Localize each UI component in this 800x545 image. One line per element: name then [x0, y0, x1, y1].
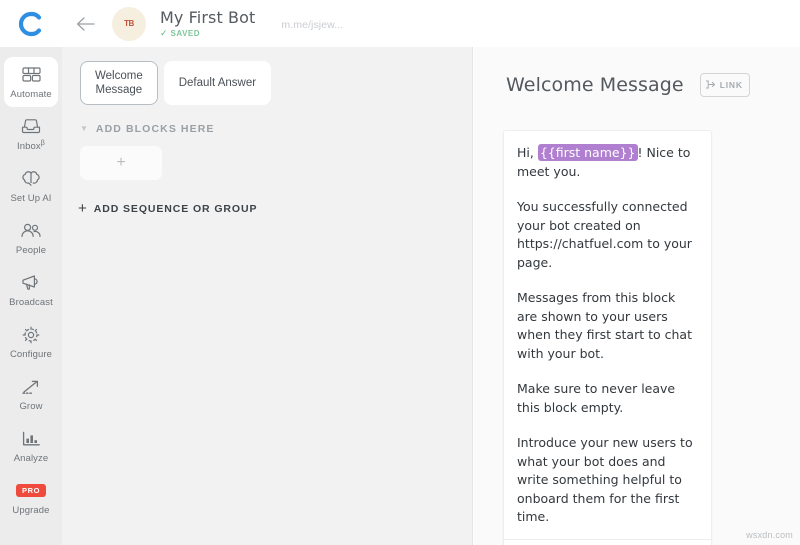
tab-default-answer[interactable]: Default Answer	[163, 61, 272, 105]
add-blocks-section-header[interactable]: ▼ ADD BLOCKS HERE	[80, 123, 472, 135]
sidebar-item-label: Analyze	[13, 453, 49, 464]
message-paragraph: Make sure to never leave this block empt…	[517, 381, 676, 415]
sidebar-item-people[interactable]: People	[4, 213, 58, 263]
pro-badge-icon: PRO	[15, 480, 47, 501]
tab-label-line2: Message	[95, 84, 143, 96]
sidebar-item-upgrade[interactable]: PRO Upgrade	[4, 473, 58, 523]
first-name-token[interactable]: {{first name}}	[537, 144, 638, 161]
message-paragraph: You successfully connected your bot crea…	[517, 199, 692, 270]
sidebar-item-set-up-ai[interactable]: Set Up AI	[4, 161, 58, 211]
bot-url[interactable]: m.me/jsjew...	[281, 19, 343, 31]
bot-title[interactable]: My First Bot	[160, 9, 255, 27]
sidebar-item-broadcast[interactable]: Broadcast	[4, 265, 58, 315]
watermark: wsxdn.com	[746, 530, 793, 540]
message-paragraph: Introduce your new users to what your bo…	[517, 435, 693, 524]
block-editor-panel: Welcome Message LINK Hi, {{first name}}!…	[474, 47, 800, 545]
sidebar-item-label: Upgrade	[12, 505, 50, 516]
avatar-initials: TB	[124, 19, 134, 28]
bar-chart-icon	[22, 428, 41, 449]
message-paragraph: Messages from this block are shown to yo…	[517, 290, 692, 361]
back-button[interactable]	[62, 0, 108, 47]
link-arrow-icon	[705, 76, 716, 94]
sidebar-item-label: People	[15, 245, 47, 256]
sidebar-item-analyze[interactable]: Analyze	[4, 421, 58, 471]
message-card[interactable]: Hi, {{first name}}! Nice to meet you. Yo…	[503, 130, 712, 545]
greeting-pre: Hi,	[517, 145, 538, 160]
gear-icon	[22, 324, 40, 345]
add-button-button[interactable]: + ADD BUTTON	[504, 540, 711, 545]
sidebar-item-label: Automate	[10, 89, 52, 100]
plus-icon: +	[116, 154, 126, 171]
saved-label: SAVED	[170, 29, 201, 38]
add-sequence-or-group-button[interactable]: + ADD SEQUENCE OR GROUP	[78, 201, 472, 216]
block-tabs: Welcome Message Default Answer	[62, 47, 472, 105]
message-paragraph: Hi, {{first name}}! Nice to meet you.	[517, 144, 698, 181]
tab-label: Default Answer	[178, 77, 257, 89]
link-badge-label: LINK	[719, 80, 743, 90]
blocks-canvas: Welcome Message Default Answer ▼ ADD BLO…	[62, 47, 473, 545]
caret-down-icon[interactable]: ▼	[80, 125, 88, 133]
sidebar-item-automate[interactable]: Automate	[4, 57, 58, 107]
page-title: Welcome Message	[506, 74, 684, 96]
growth-arrow-icon	[21, 376, 41, 397]
chatfuel-logo[interactable]	[0, 0, 62, 47]
add-sequence-label: ADD SEQUENCE OR GROUP	[93, 202, 258, 215]
add-blocks-title: ADD BLOCKS HERE	[95, 123, 215, 135]
saved-status: ✓ SAVED	[160, 28, 255, 39]
sidebar-item-label: Grow	[19, 401, 43, 412]
sidebar: Automate Inboxβ Set Up AI People Broadca…	[0, 47, 62, 545]
check-icon: ✓	[160, 28, 168, 38]
add-block-button[interactable]: +	[80, 146, 162, 180]
sidebar-item-label: Inboxβ	[17, 140, 45, 153]
message-text-area[interactable]: Hi, {{first name}}! Nice to meet you. Yo…	[504, 131, 711, 539]
inbox-icon	[21, 115, 41, 136]
ai-brain-icon	[21, 168, 41, 189]
people-icon	[20, 220, 42, 241]
top-bar: TB My First Bot ✓ SAVED m.me/jsjew...	[0, 0, 800, 47]
bot-avatar[interactable]: TB	[112, 6, 146, 41]
sidebar-item-label: Configure	[9, 349, 53, 360]
bot-meta: My First Bot ✓ SAVED	[160, 9, 255, 39]
panel-header: Welcome Message LINK	[474, 47, 800, 97]
automate-icon	[21, 64, 41, 85]
tab-label-line1: Welcome	[95, 70, 143, 82]
tab-welcome-message[interactable]: Welcome Message	[80, 61, 158, 105]
sidebar-item-grow[interactable]: Grow	[4, 369, 58, 419]
sidebar-item-label: Set Up AI	[10, 193, 52, 204]
megaphone-icon	[21, 272, 42, 293]
app-root: TB My First Bot ✓ SAVED m.me/jsjew... Au…	[0, 0, 800, 545]
plus-icon: +	[78, 200, 87, 217]
sidebar-item-label: Broadcast	[9, 297, 53, 308]
sidebar-item-inbox[interactable]: Inboxβ	[4, 109, 58, 159]
sidebar-item-configure[interactable]: Configure	[4, 317, 58, 367]
link-badge[interactable]: LINK	[699, 73, 750, 97]
pro-badge-label: PRO	[15, 484, 47, 497]
